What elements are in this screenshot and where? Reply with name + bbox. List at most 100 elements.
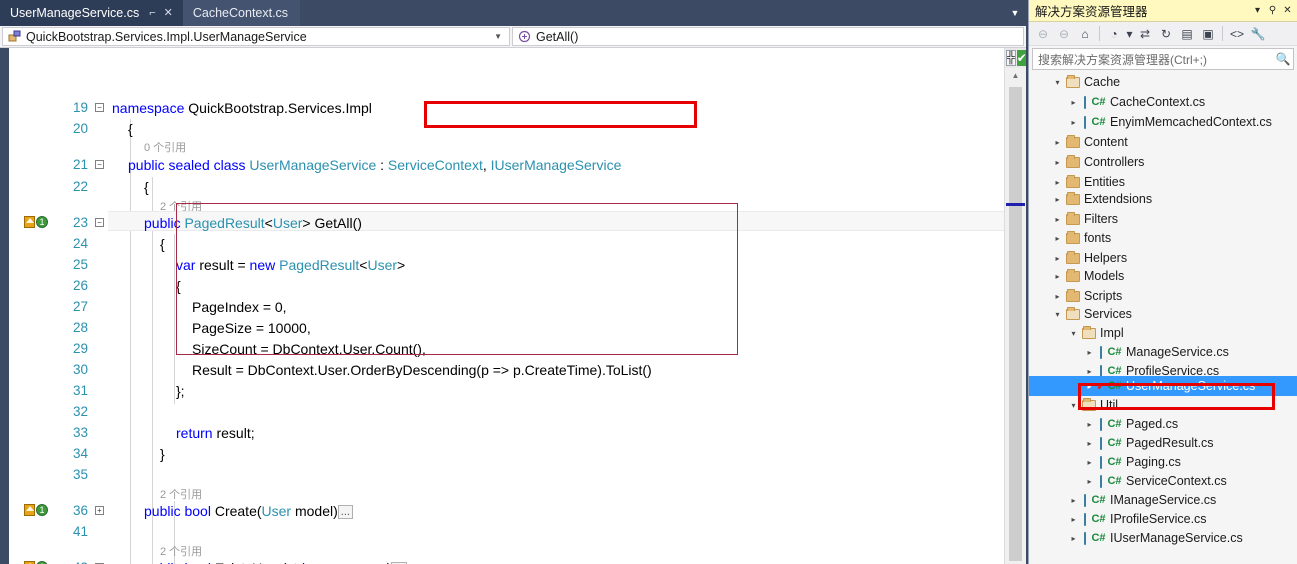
code-line[interactable]: Result = DbContext.User.OrderByDescendin… [108,360,1004,380]
refresh-button[interactable]: ↻ [1156,24,1176,44]
tree-item-folder[interactable]: ▸ Helpers [1029,248,1297,268]
vertical-scrollbar[interactable] [1006,83,1025,561]
code-line[interactable] [108,465,1004,485]
chevron-right-icon[interactable]: ▸ [1051,272,1064,281]
scrollbar-thumb[interactable] [1009,87,1022,561]
chevron-right-icon[interactable]: ▸ [1051,292,1064,301]
code-line[interactable]: { [108,234,1004,254]
tree-item-file[interactable]: ▸ C# Paging.cs [1029,452,1297,472]
search-input[interactable]: 搜索解决方案资源管理器(Ctrl+;) [1033,51,1273,68]
type-dropdown[interactable]: QuickBootstrap.Services.Impl.UserManageS… [2,27,510,46]
tree-item-folder[interactable]: ▸ Scripts [1029,286,1297,306]
chevron-right-icon[interactable]: ▸ [1067,118,1080,127]
sync-with-active-document-button[interactable]: ⇄ [1135,24,1155,44]
chevron-right-icon[interactable]: ▸ [1083,382,1096,391]
code-line[interactable] [108,522,1004,542]
up-arrow-icon[interactable] [24,216,35,228]
member-dropdown[interactable]: GetAll() [512,27,1024,46]
split-view-icon[interactable]: ╬ [1006,50,1016,66]
code-line[interactable]: public sealed class UserManageService : … [108,155,1004,175]
chevron-right-icon[interactable]: ▸ [1051,178,1064,187]
back-button[interactable]: ⊖ [1033,24,1053,44]
code-editor-surface[interactable]: 111 192021222324252627282930313233343536… [0,48,1026,564]
reference-count-icon[interactable]: 1 [36,216,48,228]
pending-changes-button[interactable]: ◔ [1104,24,1124,44]
code-line[interactable]: return result; [108,423,1004,443]
tree-item-file[interactable]: ▸ C# Paged.cs [1029,414,1297,434]
tree-item-file[interactable]: ▸ ✓ C# UserManageService.cs [1029,376,1297,396]
tree-item-folder[interactable]: ▸ Controllers [1029,152,1297,172]
tree-item-file[interactable]: ▸ C# CacheContext.cs [1029,92,1297,112]
panel-dropdown-button[interactable]: ▾ [1250,5,1265,16]
collapse-region-icon[interactable]: − [95,218,104,227]
inheritance-glyph[interactable]: 1 [24,216,48,228]
tree-item-file[interactable]: ▸ C# IManageService.cs [1029,490,1297,510]
inheritance-glyph[interactable]: 1 [24,504,48,516]
check-icon[interactable]: ✔ [1016,50,1026,66]
breakpoint-margin[interactable] [0,48,20,564]
collapse-region-icon[interactable]: − [95,160,104,169]
tree-item-folder[interactable]: ▸ Models [1029,266,1297,286]
solution-tree[interactable]: ▾ Cache ▸ C# CacheContext.cs ▸ C# EnyimMemcache… [1029,72,1297,564]
chevron-right-icon[interactable]: ▸ [1051,254,1064,263]
chevron-right-icon[interactable]: ▸ [1083,477,1096,486]
tab-cachecontext[interactable]: CacheContext.cs [182,0,301,26]
tree-item-folder[interactable]: ▾ Impl [1029,323,1297,343]
code-line[interactable]: var result = new PagedResult<User> [108,255,1004,275]
search-icon[interactable]: 🔍 [1273,52,1293,66]
chevron-right-icon[interactable]: ▸ [1051,234,1064,243]
code-line[interactable]: PageIndex = 0, [108,297,1004,317]
tree-item-file[interactable]: ▸ C# EnyimMemcachedContext.cs [1029,112,1297,132]
chevron-right-icon[interactable]: ▸ [1067,515,1080,524]
pending-changes-dropdown[interactable]: ▾ [1125,24,1134,44]
chevron-right-icon[interactable]: ▸ [1067,98,1080,107]
chevron-right-icon[interactable]: ▸ [1051,158,1064,167]
code-line[interactable]: } [108,444,1004,464]
home-button[interactable]: ⌂ [1075,24,1095,44]
pin-button[interactable]: ⚲ [1265,5,1280,16]
code-line[interactable] [108,402,1004,422]
code-line[interactable]: { [108,177,1004,197]
tree-item-file[interactable]: ▸ C# IProfileService.cs [1029,509,1297,529]
chevron-right-icon[interactable]: ▸ [1083,439,1096,448]
collapsed-region-ellipsis[interactable]: ... [337,505,353,520]
chevron-down-icon[interactable]: ▼ [489,32,507,41]
outlining-margin[interactable]: −−−++ [92,48,108,564]
chevron-right-icon[interactable]: ▸ [1051,195,1064,204]
solution-search-box[interactable]: 搜索解决方案资源管理器(Ctrl+;) 🔍 [1032,48,1294,70]
view-code-button[interactable]: <> [1227,24,1247,44]
chevron-down-icon[interactable]: ▾ [1067,329,1080,338]
tree-item-folder[interactable]: ▸ Filters [1029,209,1297,229]
collapse-all-button[interactable]: ▤ [1177,24,1197,44]
chevron-down-icon[interactable]: ▾ [1067,401,1080,410]
tree-item-folder[interactable]: ▾ Services [1029,304,1297,324]
tree-item-folder[interactable]: ▾ Util [1029,395,1297,415]
tree-item-file[interactable]: ▸ C# PagedResult.cs [1029,433,1297,453]
tree-item-folder[interactable]: ▸ fonts [1029,228,1297,248]
code-text-area[interactable]: namespace QuickBootstrap.Services.Impl{0… [108,48,1004,564]
forward-button[interactable]: ⊖ [1054,24,1074,44]
tree-item-file[interactable]: ▸ C# IUserManageService.cs [1029,528,1297,548]
chevron-right-icon[interactable]: ▸ [1051,215,1064,224]
chevron-right-icon[interactable]: ▸ [1083,348,1096,357]
chevron-right-icon[interactable]: ▸ [1067,496,1080,505]
tree-item-folder[interactable]: ▾ Cache [1029,72,1297,92]
code-line[interactable]: PageSize = 10000, [108,318,1004,338]
tree-item-folder[interactable]: ▸ Extendsions [1029,189,1297,209]
code-line[interactable]: namespace QuickBootstrap.Services.Impl [108,98,1004,118]
collapse-region-icon[interactable]: − [95,103,104,112]
tree-item-file[interactable]: ▸ C# ManageService.cs [1029,342,1297,362]
code-line[interactable]: SizeCount = DbContext.User.Count(), [108,339,1004,359]
chevron-right-icon[interactable]: ▸ [1051,138,1064,147]
code-line[interactable]: public bool Create(User model)... [108,501,1004,521]
chevron-down-icon[interactable]: ▼ [1004,0,1026,26]
code-line[interactable]: }; [108,381,1004,401]
reference-count-icon[interactable]: 1 [36,504,48,516]
chevron-down-icon[interactable]: ▾ [1051,78,1064,87]
pin-icon[interactable]: ⌐ [145,7,159,19]
properties-button[interactable]: 🔧 [1248,24,1268,44]
close-icon[interactable]: ✕ [160,7,177,19]
code-line[interactable]: public bool ExistsUser(string username).… [108,558,1004,564]
tree-item-file[interactable]: ▸ C# ServiceContext.cs [1029,471,1297,491]
expand-region-icon[interactable]: + [95,506,104,515]
